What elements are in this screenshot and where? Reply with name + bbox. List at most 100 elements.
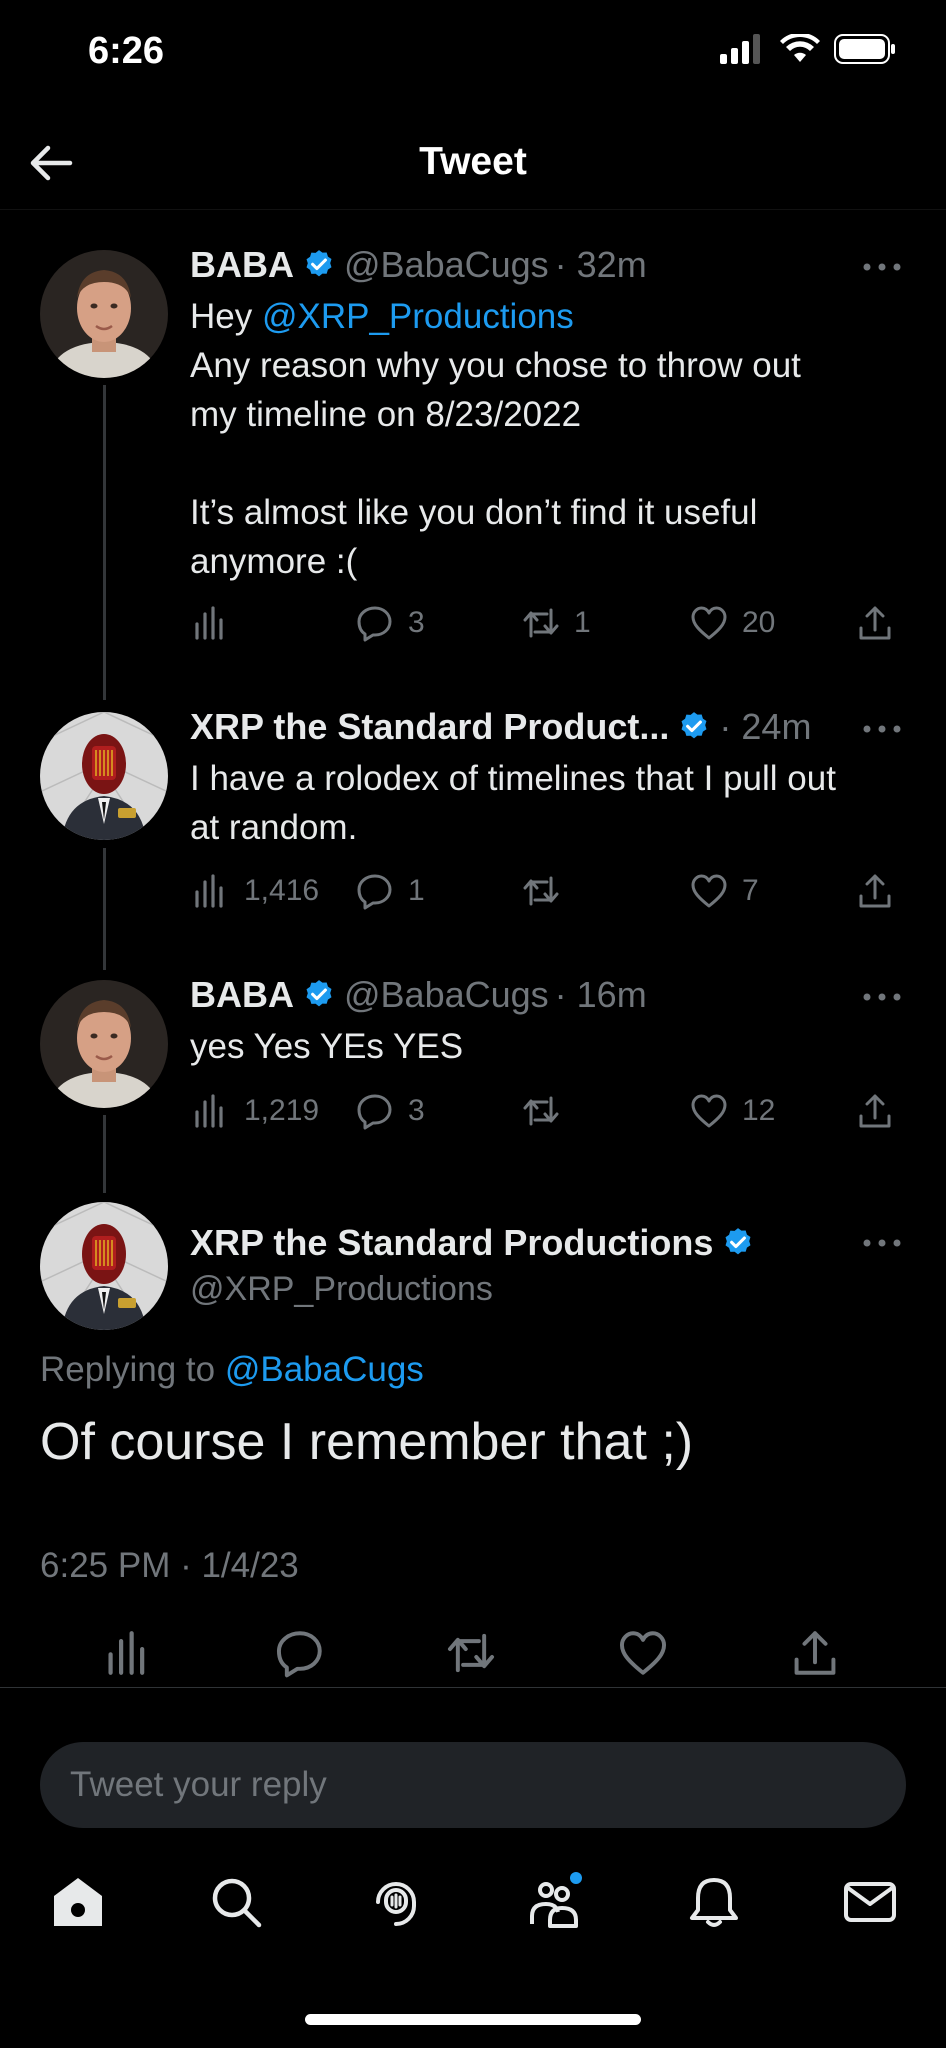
verified-badge-icon bbox=[681, 712, 707, 739]
text-line: anymore :( bbox=[190, 542, 358, 581]
retweet-icon bbox=[523, 876, 559, 906]
home-icon[interactable] bbox=[48, 1872, 108, 1932]
text-line: yes Yes YEs YES bbox=[190, 1027, 464, 1066]
share-icon bbox=[859, 874, 891, 908]
thread-line bbox=[103, 385, 106, 700]
views-icon[interactable] bbox=[104, 1628, 154, 1678]
main-tweet-header: XRP the Standard Productions bbox=[190, 1222, 763, 1264]
display-name[interactable]: XRP the Standard Productions bbox=[190, 1222, 713, 1264]
mention-link[interactable]: @XRP_Productions bbox=[262, 297, 574, 336]
views-icon bbox=[195, 874, 223, 908]
status-bar: 6:26 bbox=[0, 0, 946, 100]
like-action[interactable]: 12 bbox=[690, 1092, 775, 1130]
share-icon bbox=[859, 606, 891, 640]
avatar[interactable] bbox=[40, 1202, 168, 1330]
display-name[interactable]: BABA bbox=[190, 244, 294, 286]
retweet-action[interactable] bbox=[522, 872, 574, 910]
share-action[interactable] bbox=[856, 1092, 894, 1130]
main-tweet-text: Of course I remember that ;) bbox=[40, 1413, 694, 1471]
share-action[interactable] bbox=[856, 872, 894, 910]
thread-line bbox=[103, 848, 106, 970]
search-icon[interactable] bbox=[206, 1872, 266, 1932]
home-indicator[interactable] bbox=[305, 2014, 641, 2025]
tweet-header: XRP the Standard Product... · 24m bbox=[190, 706, 811, 748]
views-count: 1,416 bbox=[244, 874, 320, 907]
like-icon bbox=[691, 874, 727, 908]
tweet-time: · 16m bbox=[554, 974, 647, 1015]
user-handle[interactable]: @BabaCugs bbox=[344, 974, 549, 1016]
more-icon[interactable] bbox=[862, 262, 902, 272]
spaces-icon[interactable] bbox=[366, 1872, 426, 1932]
reply-icon bbox=[357, 874, 392, 910]
reply-action[interactable]: 3 bbox=[356, 604, 425, 642]
status-icons bbox=[720, 34, 896, 64]
reply-count: 3 bbox=[408, 1094, 425, 1127]
text-line: It’s almost like you don’t find it usefu… bbox=[190, 493, 758, 532]
verified-badge-icon bbox=[725, 1228, 751, 1255]
reply-icon[interactable] bbox=[275, 1628, 325, 1678]
messages-icon[interactable] bbox=[840, 1872, 900, 1932]
reply-icon bbox=[357, 606, 392, 642]
reply-count: 3 bbox=[408, 606, 425, 639]
retweet-action[interactable] bbox=[522, 1092, 574, 1130]
replying-mention[interactable]: @BabaCugs bbox=[225, 1350, 424, 1389]
text-prefix: Hey bbox=[190, 297, 262, 336]
like-icon bbox=[691, 606, 727, 640]
text-line: I have a rolodex of timelines that I pul… bbox=[190, 759, 836, 798]
display-name[interactable]: XRP the Standard Product... bbox=[190, 706, 669, 748]
tweet-header: BABA @BabaCugs · 32m bbox=[190, 244, 647, 286]
views-action[interactable] bbox=[192, 604, 244, 642]
tweet-text: Hey @XRP_Productions Any reason why you … bbox=[190, 292, 910, 586]
replying-prefix: Replying to bbox=[40, 1350, 225, 1389]
communities-icon[interactable] bbox=[524, 1872, 584, 1932]
signal-icon bbox=[720, 34, 760, 64]
verified-badge-icon bbox=[306, 980, 332, 1007]
tweet-text: I have a rolodex of timelines that I pul… bbox=[190, 754, 910, 852]
more-icon[interactable] bbox=[862, 992, 902, 1002]
verified-badge-icon bbox=[306, 250, 332, 277]
tab-bar bbox=[0, 1862, 946, 1962]
tweet-actions: 1,416 1 7 bbox=[190, 872, 910, 916]
more-icon[interactable] bbox=[862, 1238, 902, 1248]
header: Tweet bbox=[0, 120, 946, 210]
battery-icon bbox=[834, 34, 895, 64]
retweet-icon[interactable] bbox=[446, 1628, 496, 1678]
main-tweet-actions bbox=[0, 1628, 946, 1688]
notifications-icon[interactable] bbox=[684, 1872, 744, 1932]
retweet-count: 1 bbox=[574, 606, 591, 639]
like-action[interactable]: 20 bbox=[690, 604, 775, 642]
share-icon[interactable] bbox=[790, 1628, 840, 1678]
retweet-action[interactable]: 1 bbox=[522, 604, 591, 642]
status-time: 6:26 bbox=[88, 30, 165, 72]
more-icon[interactable] bbox=[862, 724, 902, 734]
text-line: Any reason why you chose to throw out bbox=[190, 346, 801, 385]
views-action[interactable]: 1,416 bbox=[192, 872, 319, 910]
share-action[interactable] bbox=[856, 604, 894, 642]
user-handle[interactable]: @XRP_Productions bbox=[190, 1270, 493, 1309]
display-name[interactable]: BABA bbox=[190, 974, 294, 1016]
views-icon bbox=[195, 606, 223, 640]
reply-action[interactable]: 3 bbox=[356, 1092, 425, 1130]
tweet-time: · 32m bbox=[554, 244, 647, 285]
views-icon bbox=[195, 1094, 223, 1128]
reply-action[interactable]: 1 bbox=[356, 872, 425, 910]
views-count: 1,219 bbox=[244, 1094, 320, 1127]
views-action[interactable]: 1,219 bbox=[192, 1092, 319, 1130]
replying-to: Replying to @BabaCugs bbox=[40, 1350, 424, 1390]
avatar[interactable] bbox=[40, 980, 168, 1108]
wifi-icon bbox=[780, 34, 820, 62]
user-handle[interactable]: @BabaCugs bbox=[344, 244, 549, 286]
tweet-timestamp: 6:25 PM · 1/4/23 bbox=[40, 1546, 299, 1585]
like-icon[interactable] bbox=[618, 1628, 668, 1678]
like-count: 20 bbox=[742, 606, 776, 639]
page-title: Tweet bbox=[419, 140, 527, 183]
tweet-text: yes Yes YEs YES bbox=[190, 1022, 910, 1071]
tweet-header: BABA @BabaCugs · 16m bbox=[190, 974, 647, 1016]
avatar[interactable] bbox=[40, 712, 168, 840]
reply-input[interactable] bbox=[70, 1742, 870, 1828]
tweet-time: · 24m bbox=[719, 706, 812, 747]
like-action[interactable]: 7 bbox=[690, 872, 759, 910]
like-count: 12 bbox=[742, 1094, 776, 1127]
text-line: my timeline on 8/23/2022 bbox=[190, 395, 582, 434]
avatar[interactable] bbox=[40, 250, 168, 378]
